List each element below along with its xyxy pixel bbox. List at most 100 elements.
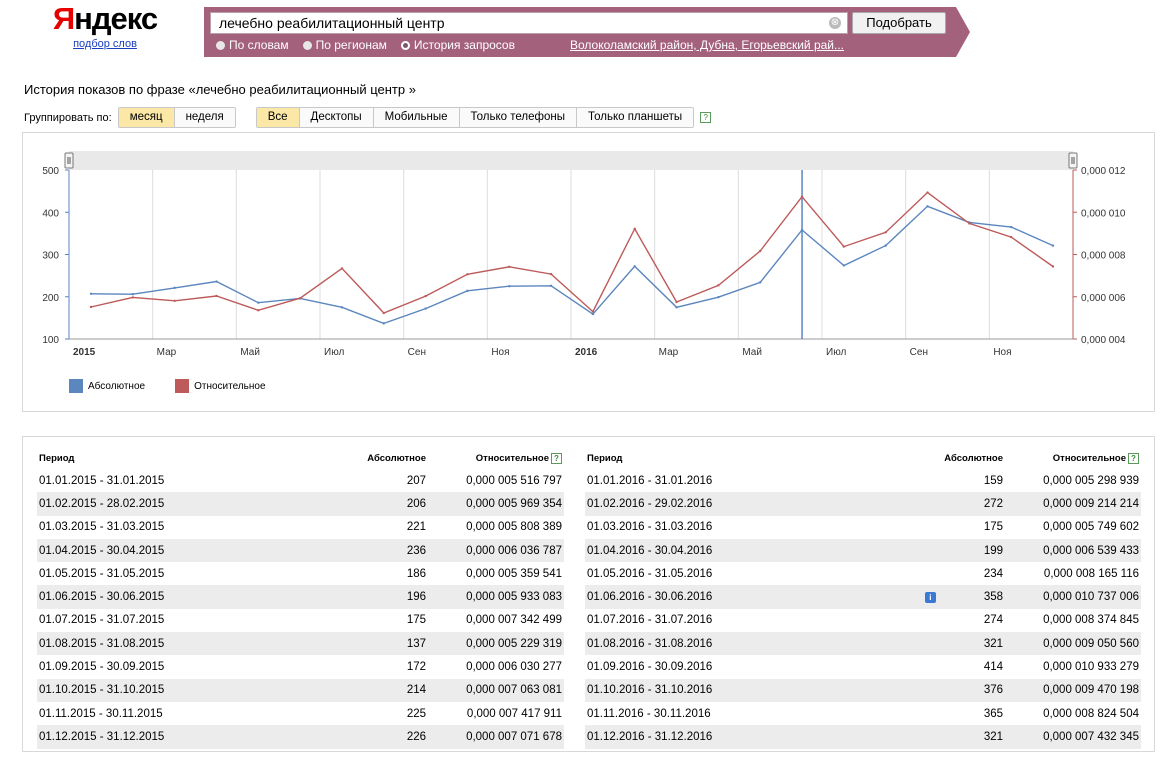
y-right-tick-label: 0,000 012: [1081, 166, 1126, 177]
series-point: [884, 244, 887, 247]
header-absolute[interactable]: Абсолютное: [915, 453, 1005, 464]
cell-absolute-value: 175: [406, 614, 426, 627]
range-handle-left[interactable]: [64, 152, 74, 169]
cell-absolute: 196: [338, 591, 428, 603]
yandex-logo[interactable]: Яндекс подбор слов: [50, 2, 160, 51]
cell-absolute: 172: [338, 661, 428, 673]
region-link[interactable]: Волоколамский район, Дубна, Егорьевский …: [570, 38, 844, 52]
cell-absolute-value: 206: [406, 497, 426, 510]
legend-item[interactable]: Абсолютное: [69, 379, 145, 393]
cell-absolute-value: 214: [406, 684, 426, 697]
help-icon[interactable]: ?: [700, 112, 712, 123]
device-filter-button[interactable]: Мобильные: [372, 108, 459, 127]
table-row: 01.05.2015 - 31.05.2015 186 0,000 005 359 …: [37, 562, 564, 585]
cell-absolute-value: 321: [983, 637, 1003, 650]
search-mode-radio[interactable]: История запросов: [400, 38, 515, 52]
cell-absolute-value: 225: [406, 707, 426, 720]
x-tick-label: Ноя: [491, 347, 509, 358]
header-absolute[interactable]: Абсолютное: [338, 453, 428, 464]
table-row: 01.11.2016 - 30.11.2016 365 0,000 008 824 …: [585, 702, 1141, 725]
device-filter-button[interactable]: Десктопы: [298, 108, 373, 127]
device-filter-button[interactable]: Только телефоны: [458, 108, 576, 127]
cell-absolute: 274: [915, 614, 1005, 626]
cell-period: 01.02.2015 - 28.02.2015: [39, 497, 165, 510]
series-point: [591, 312, 595, 316]
series-point: [173, 299, 176, 302]
range-navigator[interactable]: [69, 151, 1073, 170]
period-button[interactable]: неделя: [173, 108, 235, 127]
range-handle-right[interactable]: [1068, 152, 1078, 169]
cell-absolute: 272: [915, 498, 1005, 510]
series-point: [257, 301, 260, 304]
header-period[interactable]: Период: [585, 453, 915, 464]
table-row: 01.08.2016 - 31.08.2016 321 0,000 009 050 …: [585, 632, 1141, 656]
search-mode-radio[interactable]: По словам: [216, 38, 289, 52]
series-point: [131, 296, 135, 299]
device-filter-button[interactable]: Все: [256, 108, 299, 127]
info-icon[interactable]: i: [924, 592, 936, 604]
legend-item[interactable]: Относительное: [175, 379, 266, 393]
series-point: [800, 195, 804, 198]
device-filter-button[interactable]: Только планшеты: [575, 108, 694, 127]
radio-label: По словам: [229, 38, 289, 52]
search-input[interactable]: лечебно реабилитационный центр ⊗: [210, 12, 848, 34]
cell-absolute: 175: [915, 521, 1005, 533]
table-row: 01.09.2016 - 30.09.2016 414 0,000 010 933 …: [585, 655, 1141, 678]
cell-absolute: 159: [915, 475, 1005, 487]
cell-relative: 0,000 005 229 319: [466, 637, 562, 650]
period-switch: месяц неделя: [117, 107, 236, 128]
table-row: 01.01.2016 - 31.01.2016 159 0,000 005 298 …: [585, 469, 1141, 492]
radio-label: По регионам: [315, 38, 387, 52]
cell-relative: 0,000 005 749 602: [1043, 521, 1139, 534]
header-period[interactable]: Период: [37, 453, 338, 464]
y-left-tick-label: 200: [42, 293, 59, 304]
cell-period: 01.12.2015 - 31.12.2015: [39, 730, 165, 743]
cell-period: 01.07.2016 - 31.07.2016: [587, 614, 713, 627]
cell-absolute: 186: [338, 568, 428, 580]
cell-period: 01.07.2015 - 31.07.2015: [39, 614, 165, 627]
clear-icon[interactable]: ⊗: [829, 17, 841, 29]
logo-text-first-letter: Я: [52, 1, 75, 36]
radio-label: История запросов: [413, 38, 515, 52]
table-row: 01.12.2016 - 31.12.2016 321 0,000 007 432 …: [585, 725, 1141, 749]
table-header: Период Абсолютное Относительное?: [585, 447, 1141, 469]
history-table: Период Абсолютное Относительное? 01.01.2015…: [22, 436, 1155, 752]
logo-text: Яндекс: [50, 2, 160, 36]
radio-dot-icon: [302, 40, 312, 50]
cell-period: 01.01.2016 - 31.01.2016: [587, 474, 713, 487]
help-icon[interactable]: ?: [1128, 452, 1139, 464]
series-point: [257, 309, 260, 312]
header-relative[interactable]: Относительное?: [428, 452, 564, 464]
search-mode-radio[interactable]: По регионам: [302, 38, 387, 52]
search-band: лечебно реабилитационный центр ⊗ Подобра…: [204, 7, 970, 57]
series-point: [717, 295, 720, 299]
header-relative[interactable]: Относительное?: [1005, 452, 1141, 464]
x-tick-label: Июл: [826, 347, 846, 358]
table-row: 01.07.2016 - 31.07.2016 274 0,000 008 374 …: [585, 609, 1141, 632]
cell-absolute-value: 358: [983, 591, 1003, 604]
cell-period: 01.11.2015 - 30.11.2015: [39, 707, 163, 720]
logo-subtitle-link[interactable]: подбор слов: [50, 38, 160, 50]
cell-relative: 0,000 009 470 198: [1043, 684, 1139, 697]
series-point: [215, 280, 218, 283]
series-point: [1009, 235, 1013, 239]
help-icon[interactable]: ?: [551, 452, 562, 464]
table-row: 01.08.2015 - 31.08.2015 137 0,000 005 229 …: [37, 632, 564, 656]
cell-period: 01.12.2016 - 31.12.2016: [587, 730, 713, 743]
cell-period: 01.10.2015 - 31.10.2015: [39, 684, 165, 697]
y-right-tick-label: 0,000 008: [1081, 251, 1126, 262]
search-button[interactable]: Подобрать: [852, 12, 946, 34]
grouping-toolbar: Группировать по: месяц неделя Все Десктопы…: [24, 107, 712, 128]
radio-dot-icon: [216, 40, 225, 50]
cell-period: 01.09.2015 - 30.09.2015: [39, 661, 165, 674]
series-point: [173, 286, 176, 290]
cell-period: 01.10.2016 - 31.10.2016: [587, 684, 713, 697]
cell-relative: 0,000 009 214 214: [1043, 497, 1139, 510]
cell-period: 01.08.2016 - 31.08.2016: [587, 637, 713, 650]
period-button[interactable]: месяц: [118, 108, 174, 127]
series-point: [633, 227, 636, 231]
legend-swatch: [175, 379, 190, 393]
series-point: [89, 292, 93, 295]
series-point: [508, 284, 511, 288]
series-point: [298, 296, 302, 300]
